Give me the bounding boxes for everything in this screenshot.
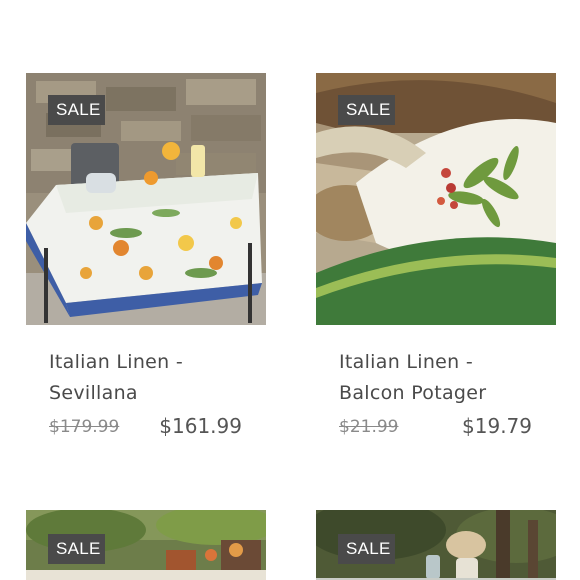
sale-badge: SALE: [338, 534, 395, 564]
product-image-outdoor-table[interactable]: SALE: [316, 510, 556, 580]
product-card[interactable]: SALE: [26, 510, 266, 580]
sale-price: $161.99: [159, 414, 242, 438]
price-row: $179.99 $161.99: [49, 413, 266, 441]
original-price: $21.99: [339, 417, 399, 437]
product-image-tablecloth-lemons[interactable]: SALE: [26, 73, 266, 325]
sale-price: $19.79: [462, 414, 532, 438]
original-price: $179.99: [49, 417, 120, 437]
price-row: $21.99 $19.79: [339, 413, 556, 441]
product-image-garden-table[interactable]: SALE: [26, 510, 266, 580]
product-image-tablecloth-herbs[interactable]: SALE: [316, 73, 556, 325]
product-card[interactable]: SALE Italian Linen - Sevillana $179.99 $…: [26, 73, 266, 441]
product-card[interactable]: SALE: [316, 510, 556, 580]
product-grid: SALE Italian Linen - Sevillana $179.99 $…: [0, 0, 580, 580]
product-title[interactable]: Italian Linen - Sevillana: [49, 347, 269, 409]
sale-badge: SALE: [48, 534, 105, 564]
sale-badge: SALE: [338, 95, 395, 125]
product-title[interactable]: Italian Linen - Balcon Potager: [339, 347, 559, 409]
product-card[interactable]: SALE Italian Linen - Balcon Potager $21.…: [316, 73, 556, 441]
sale-badge: SALE: [48, 95, 105, 125]
